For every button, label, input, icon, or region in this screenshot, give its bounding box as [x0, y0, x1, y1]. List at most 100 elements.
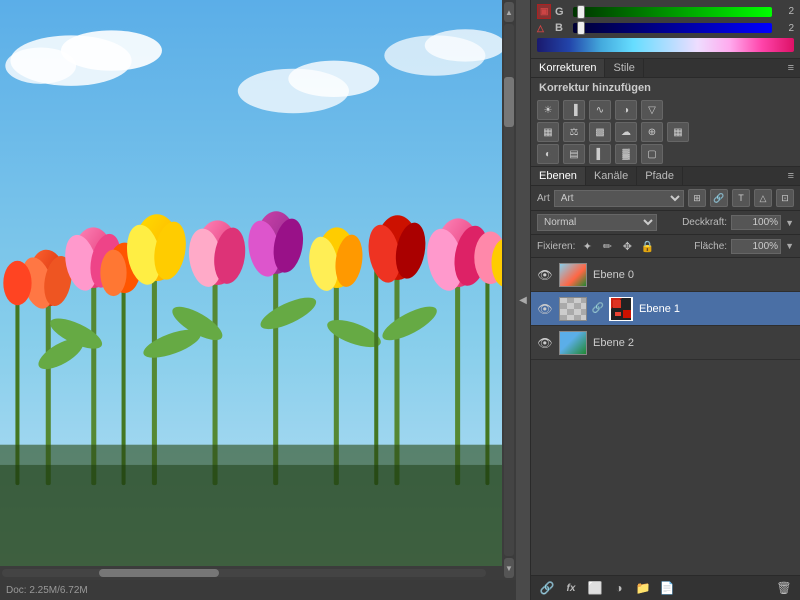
scroll-down-button[interactable]: ▼ [504, 558, 514, 578]
layer-item-1[interactable]: 👁 [531, 292, 800, 326]
tab-stile[interactable]: Stile [605, 59, 643, 77]
layer-2-visibility[interactable]: 👁 [537, 335, 553, 351]
layer-0-visibility[interactable]: 👁 [537, 267, 553, 283]
new-group-icon[interactable]: ⊞ [688, 189, 706, 207]
layers-menu-icon[interactable]: ≡ [782, 167, 800, 185]
b-value: 2 [776, 23, 794, 34]
fill-arrow: ▼ [785, 241, 794, 251]
tab-ebenen[interactable]: Ebenen [531, 167, 586, 185]
b-row-icon: △ [537, 23, 551, 34]
fix-move-icon[interactable]: ✥ [619, 238, 635, 254]
layers-list: 👁 Ebene 0 👁 [531, 258, 800, 575]
fill-label: Fläche: [694, 241, 727, 252]
layer-item-2[interactable]: 👁 Ebene 2 [531, 326, 800, 360]
b-label: B [555, 22, 569, 34]
layer-1-link[interactable]: 🔗 [593, 304, 603, 314]
g-slider-thumb[interactable] [577, 5, 585, 19]
delete-layer-icon[interactable]: 🗑 [774, 579, 794, 597]
layer-0-thumbnail [559, 263, 587, 287]
g-slider-track[interactable] [573, 7, 772, 17]
link-layers-icon[interactable]: 🔗 [537, 579, 557, 597]
layer-0-name: Ebene 0 [593, 269, 634, 281]
corrections-menu-icon[interactable]: ≡ [782, 59, 800, 77]
mixer-icon[interactable]: ⊕ [641, 122, 663, 142]
right-panel: ▣ G 2 △ B 2 Korrekturen Stile ≡ Korrektu… [530, 0, 800, 600]
new-group-icon[interactable]: 📁 [633, 579, 653, 597]
fix-label: Fixieren: [537, 241, 575, 252]
fill-input[interactable] [731, 239, 781, 254]
color-sliders-panel: ▣ G 2 △ B 2 [531, 0, 800, 59]
tab-pfade[interactable]: Pfade [637, 167, 683, 185]
fx-icon[interactable]: fx [561, 579, 581, 597]
blend-opacity-row: Normal Multiplizieren Abblenden Aufhelle… [531, 211, 800, 235]
fix-all-icon[interactable]: 🔒 [639, 238, 655, 254]
corrections-tabs: Korrekturen Stile ≡ [531, 59, 800, 78]
layers-kind-toolbar: Art Art Pixel Einstellung Text Form Smar… [531, 186, 800, 211]
fix-fill-row: Fixieren: ✦ ✏ ✥ 🔒 Fläche: ▼ [531, 235, 800, 258]
hsl-icon[interactable]: ▦ [537, 122, 559, 142]
fix-paint-icon[interactable]: ✏ [599, 238, 615, 254]
levels-icon[interactable]: ▐ [563, 100, 585, 120]
photofilter-icon[interactable]: ☁ [615, 122, 637, 142]
v-scroll-track[interactable] [504, 24, 514, 556]
add-mask-icon[interactable]: ⬜ [585, 579, 605, 597]
tab-kanaele[interactable]: Kanäle [586, 167, 637, 185]
g-value: 2 [776, 6, 794, 17]
bw-icon[interactable]: ▩ [589, 122, 611, 142]
kind-label: Art [537, 193, 550, 204]
canvas-horizontal-scrollbar[interactable] [0, 566, 502, 580]
layer-1-visibility[interactable]: 👁 [537, 301, 553, 317]
layer-1-thumbnail [559, 297, 587, 321]
kind-select[interactable]: Art Pixel Einstellung Text Form Smart Ob… [554, 190, 684, 207]
layers-tabs: Ebenen Kanäle Pfade ≡ [531, 167, 800, 186]
fix-position-icon[interactable]: ✦ [579, 238, 595, 254]
corrections-row-2: ▦ ⚖ ▩ ☁ ⊕ ▦ [537, 122, 794, 142]
opacity-label: Deckkraft: [682, 217, 727, 228]
link-icon[interactable]: 🔗 [710, 189, 728, 207]
new-layer-icon[interactable]: 📄 [657, 579, 677, 597]
colllookup-icon[interactable]: ▦ [667, 122, 689, 142]
scroll-up-button[interactable]: ▲ [504, 2, 514, 22]
gradient-map-icon[interactable]: ▓ [615, 144, 637, 164]
layers-bottom-bar: 🔗 fx ⬜ ◑ 📁 📄 🗑 [531, 575, 800, 600]
blend-mode-select[interactable]: Normal Multiplizieren Abblenden Aufhelle… [537, 214, 657, 231]
b-slider-row: △ B 2 [537, 22, 794, 34]
b-slider-thumb[interactable] [577, 21, 585, 35]
text-layer-icon[interactable]: T [732, 189, 750, 207]
canvas-vertical-scrollbar[interactable]: ▲ ▼ [502, 0, 516, 580]
h-scroll-track[interactable] [2, 569, 486, 577]
tab-korrekturen[interactable]: Korrekturen [531, 59, 605, 77]
color-spectrum-bar[interactable] [537, 38, 794, 52]
h-scroll-thumb[interactable] [99, 569, 219, 577]
opacity-input[interactable] [731, 215, 781, 230]
v-scroll-thumb[interactable] [504, 77, 514, 127]
canvas-container [0, 0, 516, 566]
threshold-icon[interactable]: ▌ [589, 144, 611, 164]
select-color-icon[interactable]: ▢ [641, 144, 663, 164]
g-label: G [555, 6, 569, 18]
layer-1-name: Ebene 1 [639, 303, 680, 315]
smartobject-layer-icon[interactable]: ⊡ [776, 189, 794, 207]
posterize-icon[interactable]: ▤ [563, 144, 585, 164]
corrections-row-3: ◐ ▤ ▌ ▓ ▢ [537, 144, 794, 164]
vibrance-icon[interactable]: ▽ [641, 100, 663, 120]
invert-icon[interactable]: ◐ [537, 144, 559, 164]
corrections-title: Korrektur hinzufügen [531, 78, 800, 98]
canvas-area: ▲ ▼ Doc: 2.25M/6.72M [0, 0, 516, 600]
brightness-icon[interactable]: ☀ [537, 100, 559, 120]
layer-1-mask [609, 297, 633, 321]
layer-2-name: Ebene 2 [593, 337, 634, 349]
b-slider-track[interactable] [573, 23, 772, 33]
shape-layer-icon[interactable]: △ [754, 189, 772, 207]
exposure-icon[interactable]: ◑ [615, 100, 637, 120]
colorbalance-icon[interactable]: ⚖ [563, 122, 585, 142]
new-adjustment-icon[interactable]: ◑ [609, 579, 629, 597]
curves-icon[interactable]: ∿ [589, 100, 611, 120]
layer-2-thumbnail [559, 331, 587, 355]
corrections-icons: ☀ ▐ ∿ ◑ ▽ ▦ ⚖ ▩ ☁ ⊕ ▦ ◐ ▤ ▌ ▓ ▢ [531, 98, 800, 166]
corrections-row-1: ☀ ▐ ∿ ◑ ▽ [537, 100, 794, 120]
panel-expand-arrow[interactable]: ◀ [516, 0, 530, 600]
fg-bg-swatch[interactable]: ▣ [537, 4, 551, 19]
layer-item-0[interactable]: 👁 Ebene 0 [531, 258, 800, 292]
corrections-panel: Korrekturen Stile ≡ Korrektur hinzufügen… [531, 59, 800, 167]
